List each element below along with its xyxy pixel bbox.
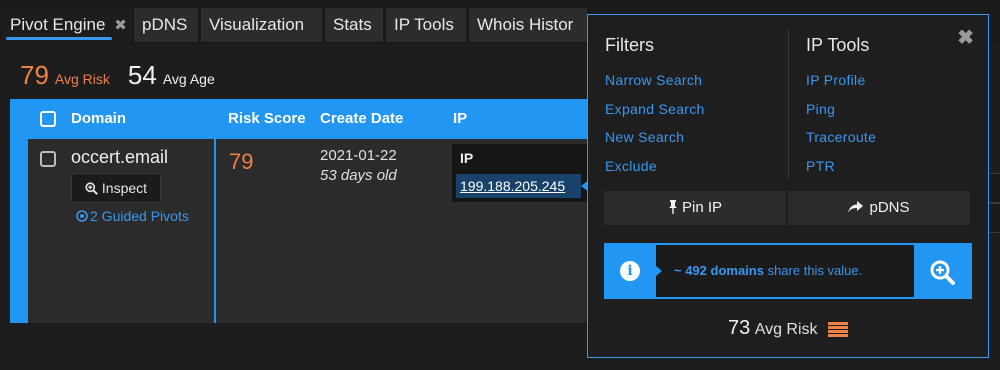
close-icon[interactable]: ✖ xyxy=(114,17,127,34)
guided-pivots-label: 2 Guided Pivots xyxy=(90,208,189,224)
share-icon xyxy=(848,201,864,213)
search-plus-icon xyxy=(85,182,98,195)
inspect-label: Inspect xyxy=(101,180,148,196)
risk-score-value: 79 xyxy=(229,149,254,174)
ip-address-link[interactable]: 199.188.205.245 xyxy=(456,174,581,198)
exclude-link[interactable]: Exclude xyxy=(605,152,705,181)
narrow-search-link[interactable]: Narrow Search xyxy=(605,66,705,95)
message-pointer xyxy=(655,265,662,277)
column-divider xyxy=(788,29,789,179)
shared-domain-count[interactable]: ~ 492 domains xyxy=(674,263,764,278)
risk-bars-icon xyxy=(828,321,848,338)
row-checkbox[interactable] xyxy=(40,151,56,167)
ip-profile-link[interactable]: IP Profile xyxy=(806,66,876,95)
expand-search-link[interactable]: Expand Search xyxy=(605,95,705,124)
tab-ip-tools[interactable]: IP Tools xyxy=(386,8,466,42)
avg-risk-value: 79 xyxy=(20,60,49,90)
info-icon: i xyxy=(620,261,640,281)
close-icon[interactable]: ✖ xyxy=(957,25,974,50)
avg-risk-label: Avg Risk xyxy=(54,71,110,87)
popover-avg-risk: 73 Avg Risk xyxy=(588,317,988,340)
avg-age-label: Avg Age xyxy=(162,71,215,87)
pin-ip-label: Pin IP xyxy=(681,199,723,216)
shared-value-banner: i ~ 492 domains share this value. xyxy=(604,243,972,299)
pdns-button[interactable]: pDNS xyxy=(788,191,970,225)
avg-age-value: 54 xyxy=(127,60,157,90)
tab-visualization[interactable]: Visualization xyxy=(201,8,322,42)
create-date: 2021-01-22 xyxy=(320,147,397,164)
tab-pivot-engine[interactable]: Pivot Engine ✖ xyxy=(2,8,132,42)
shared-value-message: ~ 492 domains share this value. xyxy=(655,245,914,297)
select-all-checkbox[interactable] xyxy=(40,111,56,127)
table-body: occert.email Inspect 2 Guided Pivots 79 … xyxy=(10,139,622,323)
tab-label: Stats xyxy=(333,15,372,34)
domain-name[interactable]: occert.email xyxy=(71,147,168,168)
tab-label: Visualization xyxy=(209,15,305,34)
pivot-engine-screen: Pivot Engine ✖ pDNS Visualization Stats … xyxy=(0,0,1000,370)
tab-stats[interactable]: Stats xyxy=(325,8,383,42)
ip-pivot-popover: ✖ Filters Narrow Search Expand Search Ne… xyxy=(587,14,989,358)
column-header-domain[interactable]: Domain xyxy=(71,110,126,127)
filters-column: Filters Narrow Search Expand Search New … xyxy=(605,35,705,180)
table-row-details-cell: 79 2021-01-22 53 days old IP 199.188.205… xyxy=(216,139,622,323)
popover-avg-risk-value: 73 xyxy=(728,317,751,339)
summary-stats: 79 Avg Risk 54 Avg Age xyxy=(20,60,233,91)
pin-icon xyxy=(668,200,677,214)
filters-title: Filters xyxy=(605,35,654,55)
tab-label: pDNS xyxy=(142,15,188,34)
guided-pivots-link[interactable]: 2 Guided Pivots xyxy=(76,208,189,224)
tab-whois-history[interactable]: Whois Histor xyxy=(469,8,587,42)
ip-tools-title: IP Tools xyxy=(806,35,870,55)
column-header-create-date[interactable]: Create Date xyxy=(320,110,403,127)
guided-pivot-icon xyxy=(76,210,88,222)
new-search-link[interactable]: New Search xyxy=(605,123,705,152)
ip-tools-column: IP Tools IP Profile Ping Traceroute PTR xyxy=(806,35,876,180)
pdns-label: pDNS xyxy=(869,199,910,216)
tab-pdns[interactable]: pDNS xyxy=(134,8,198,42)
ping-link[interactable]: Ping xyxy=(806,95,876,124)
tab-label: Pivot Engine xyxy=(10,15,106,34)
tab-label: Whois Histor xyxy=(477,15,574,34)
column-header-risk-score[interactable]: Risk Score xyxy=(228,110,306,127)
tab-label: IP Tools xyxy=(394,15,454,34)
inspect-button[interactable]: Inspect xyxy=(71,173,161,203)
column-header-ip[interactable]: IP xyxy=(453,110,467,127)
shared-value-suffix: share this value. xyxy=(763,263,863,278)
domain-age: 53 days old xyxy=(320,167,397,184)
table-header: Domain Risk Score Create Date IP xyxy=(10,99,610,139)
zoom-in-icon[interactable] xyxy=(929,259,955,285)
shared-value-text: ~ 492 domains share this value. xyxy=(674,263,862,278)
active-tab-indicator xyxy=(6,37,112,40)
ptr-link[interactable]: PTR xyxy=(806,152,876,181)
ip-label: IP xyxy=(460,150,474,166)
popover-avg-risk-label: Avg Risk xyxy=(754,321,818,338)
traceroute-link[interactable]: Traceroute xyxy=(806,123,876,152)
table-row-domain-cell: occert.email Inspect 2 Guided Pivots xyxy=(28,139,214,323)
pin-ip-button[interactable]: Pin IP xyxy=(604,191,786,225)
